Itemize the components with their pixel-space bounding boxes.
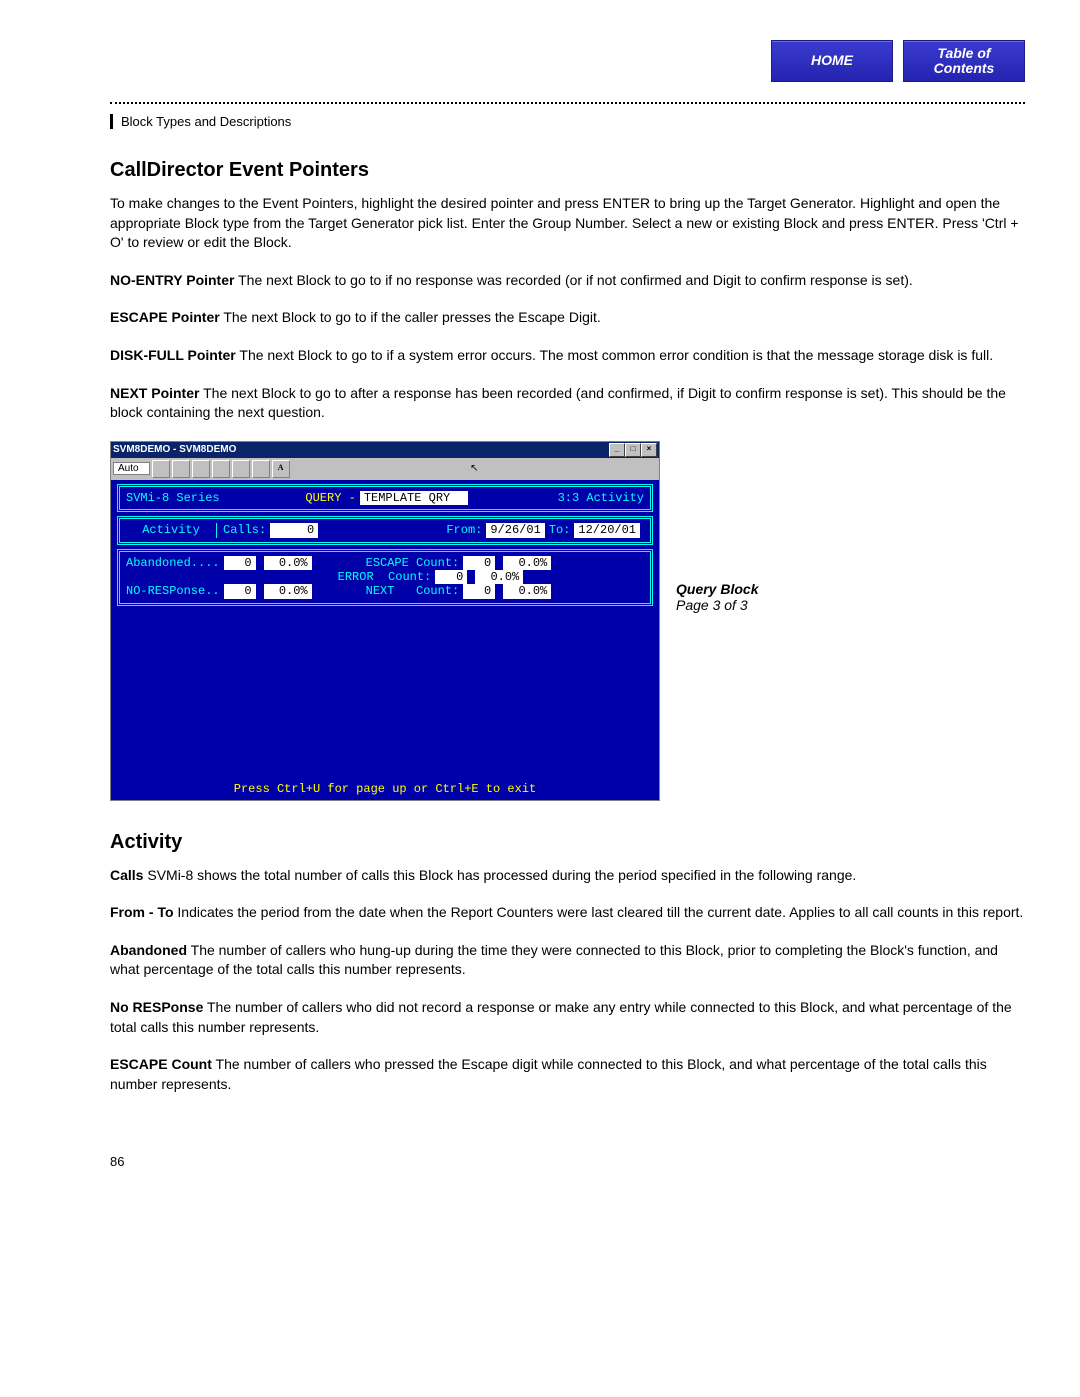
window-toolbar: Auto A ↖ xyxy=(111,458,659,480)
toolbar-button[interactable] xyxy=(172,460,190,478)
term-abandoned-p: 0.0% xyxy=(264,556,312,570)
activity-calls: Calls SVMi-8 shows the total number of c… xyxy=(110,866,1025,886)
pointer-escape: ESCAPE Pointer The next Block to go to i… xyxy=(110,308,1025,328)
term-noresp-n: 0 xyxy=(224,584,256,598)
pointer-noentry: NO-ENTRY Pointer The next Block to go to… xyxy=(110,271,1025,291)
toolbar-button[interactable] xyxy=(232,460,250,478)
fromto-label: From - To xyxy=(110,904,174,920)
term-header-template: TEMPLATE QRY xyxy=(360,491,468,505)
section-heading-pointers: CallDirector Event Pointers xyxy=(110,159,1025,182)
maximize-icon[interactable]: □ xyxy=(625,443,641,457)
escapecount-label: ESCAPE Count xyxy=(110,1056,212,1072)
term-activity-label: Activity xyxy=(126,523,216,537)
noresponse-label: No RESPonse xyxy=(110,999,203,1015)
term-header-right: 3:3 Activity xyxy=(558,491,644,505)
minimize-icon[interactable]: _ xyxy=(609,443,625,457)
terminal-screen: SVMi-8 Series QUERY - TEMPLATE QRY 3:3 A… xyxy=(111,480,659,780)
term-error-p: 0.0% xyxy=(475,570,523,584)
term-error-n: 0 xyxy=(435,570,467,584)
activity-fromto: From - To Indicates the period from the … xyxy=(110,903,1025,923)
figure-caption: Query Block Page 3 of 3 xyxy=(676,581,758,613)
term-header-query: QUERY - xyxy=(305,491,355,505)
noentry-label: NO-ENTRY Pointer xyxy=(110,272,234,288)
toc-button[interactable]: Table of Contents xyxy=(903,40,1025,82)
term-to-label: To: xyxy=(549,523,571,537)
term-escape-p: 0.0% xyxy=(503,556,551,570)
terminal-footer: Press Ctrl+U for page up or Ctrl+E to ex… xyxy=(111,780,659,800)
intro-paragraph: To make changes to the Event Pointers, h… xyxy=(110,194,1025,253)
top-nav: HOME Table of Contents xyxy=(110,40,1025,82)
divider xyxy=(110,102,1025,104)
toolbar-button[interactable] xyxy=(212,460,230,478)
term-next-label: NEXT Count: xyxy=(366,584,460,598)
term-error-label: ERROR Count: xyxy=(338,570,432,584)
activity-noresponse: No RESPonse The number of callers who di… xyxy=(110,998,1025,1037)
next-label: NEXT Pointer xyxy=(110,385,199,401)
activity-abandoned: Abandoned The number of callers who hung… xyxy=(110,941,1025,980)
cursor-icon: ↖ xyxy=(470,463,478,474)
diskfull-label: DISK-FULL Pointer xyxy=(110,347,236,363)
terminal-window: SVM8DEMO - SVM8DEMO _ □ × Auto A ↖ xyxy=(110,441,660,801)
term-header-left: SVMi-8 Series xyxy=(126,491,220,505)
term-escape-n: 0 xyxy=(463,556,495,570)
term-abandoned-n: 0 xyxy=(224,556,256,570)
window-title: SVM8DEMO - SVM8DEMO xyxy=(113,444,236,455)
term-calls-val: 0 xyxy=(270,523,318,537)
calls-label: Calls xyxy=(110,867,143,883)
term-escape-label: ESCAPE Count: xyxy=(366,556,460,570)
close-icon[interactable]: × xyxy=(641,443,657,457)
toolbar-button[interactable] xyxy=(252,460,270,478)
term-noresp-label: NO-RESPonse.. xyxy=(126,584,220,598)
term-to-val: 12/20/01 xyxy=(574,523,640,537)
term-abandoned-label: Abandoned.... xyxy=(126,556,220,570)
toolbar-button[interactable] xyxy=(192,460,210,478)
caption-page: Page 3 of 3 xyxy=(676,597,758,613)
home-button[interactable]: HOME xyxy=(771,40,893,82)
activity-escapecount: ESCAPE Count The number of callers who p… xyxy=(110,1055,1025,1094)
window-titlebar: SVM8DEMO - SVM8DEMO _ □ × xyxy=(111,442,659,458)
term-from-label: From: xyxy=(446,523,482,537)
term-next-p: 0.0% xyxy=(503,584,551,598)
toolbar-button[interactable] xyxy=(152,460,170,478)
breadcrumb: Block Types and Descriptions xyxy=(110,114,1025,129)
caption-title: Query Block xyxy=(676,581,758,597)
section-heading-activity: Activity xyxy=(110,831,1025,854)
auto-dropdown[interactable]: Auto xyxy=(113,462,150,475)
term-from-val: 9/26/01 xyxy=(486,523,544,537)
home-label: HOME xyxy=(811,53,853,68)
pointer-diskfull: DISK-FULL Pointer The next Block to go t… xyxy=(110,346,1025,366)
term-noresp-p: 0.0% xyxy=(264,584,312,598)
toolbar-font-button[interactable]: A xyxy=(272,460,290,478)
term-next-n: 0 xyxy=(463,584,495,598)
escape-label: ESCAPE Pointer xyxy=(110,309,220,325)
pointer-next: NEXT Pointer The next Block to go to aft… xyxy=(110,384,1025,423)
toc-label: Table of Contents xyxy=(934,46,995,77)
term-calls-label: Calls: xyxy=(216,523,266,537)
abandoned-label: Abandoned xyxy=(110,942,187,958)
page-number: 86 xyxy=(110,1154,1025,1169)
